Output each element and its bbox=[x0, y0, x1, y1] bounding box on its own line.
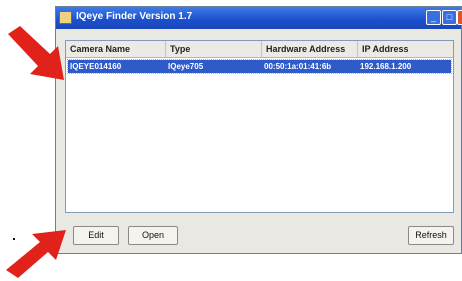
cell-type: IQeye705 bbox=[168, 62, 204, 71]
column-header-ip-address[interactable]: IP Address bbox=[358, 41, 453, 57]
minimize-icon[interactable]: _ bbox=[426, 10, 441, 25]
edit-button[interactable]: Edit bbox=[73, 226, 119, 245]
column-header-hardware-address[interactable]: Hardware Address bbox=[262, 41, 358, 57]
arrow-icon-upper bbox=[8, 26, 64, 80]
camera-list[interactable]: Camera Name Type Hardware Address IP Add… bbox=[65, 40, 454, 213]
refresh-button[interactable]: Refresh bbox=[408, 226, 454, 245]
maximize-icon[interactable]: □ bbox=[442, 10, 457, 25]
arrow-icon-lower bbox=[6, 230, 66, 278]
app-icon bbox=[59, 11, 72, 24]
close-icon[interactable] bbox=[457, 10, 462, 25]
list-header: Camera Name Type Hardware Address IP Add… bbox=[66, 41, 453, 58]
table-row-selected[interactable]: IQEYE014160 IQeye705 00:50:1a:01:41:6b 1… bbox=[67, 59, 452, 74]
open-button[interactable]: Open bbox=[128, 226, 178, 245]
column-header-camera-name[interactable]: Camera Name bbox=[66, 41, 166, 57]
title-bar[interactable]: IQeye Finder Version 1.7 _ □ bbox=[56, 7, 462, 29]
finder-window: IQeye Finder Version 1.7 _ □ Camera Name… bbox=[55, 6, 462, 254]
cell-hardware-address: 00:50:1a:01:41:6b bbox=[264, 62, 332, 71]
cell-ip-address: 192.168.1.200 bbox=[360, 62, 412, 71]
column-header-type[interactable]: Type bbox=[166, 41, 262, 57]
cell-camera-name: IQEYE014160 bbox=[70, 62, 122, 71]
window-title: IQeye Finder Version 1.7 bbox=[76, 11, 193, 22]
